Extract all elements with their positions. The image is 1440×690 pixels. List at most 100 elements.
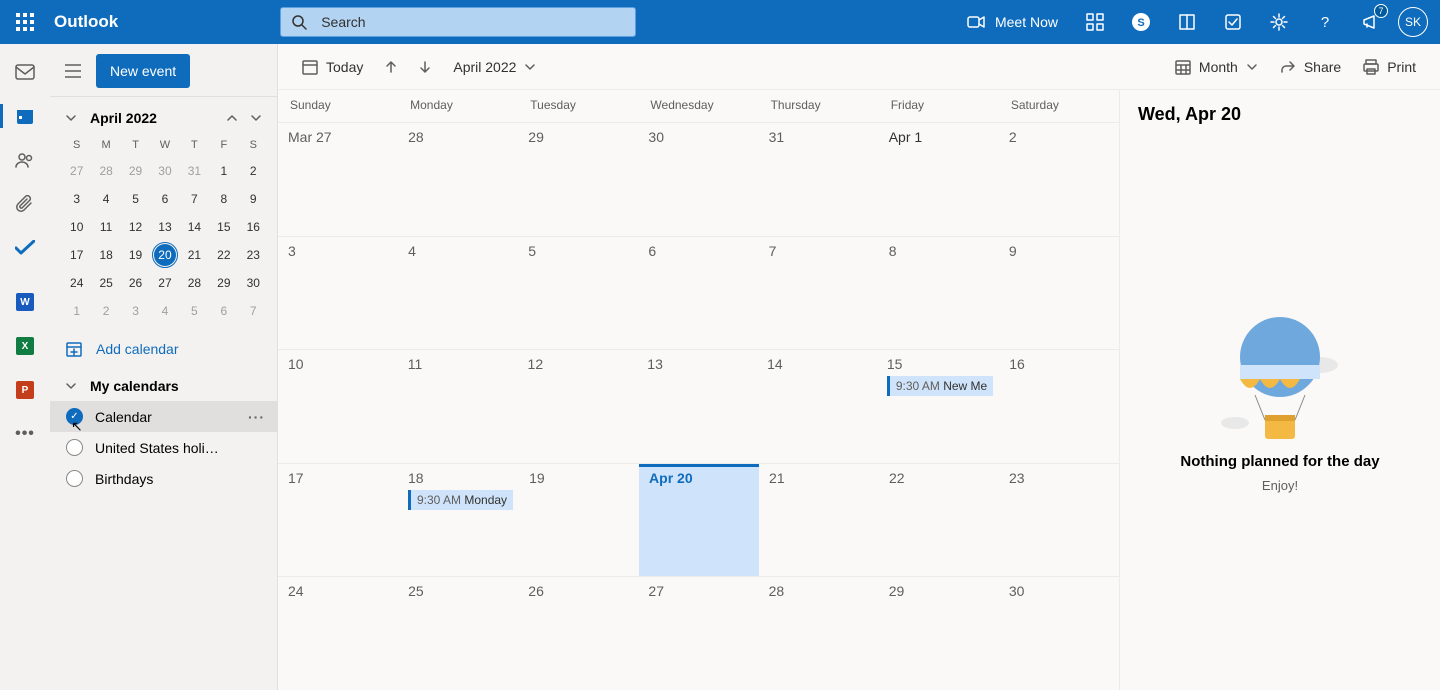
- calendar-toggle[interactable]: [66, 439, 83, 456]
- prev-range-button[interactable]: [377, 60, 405, 74]
- grid-day-cell[interactable]: 30: [638, 123, 758, 236]
- mini-day[interactable]: 4: [150, 297, 179, 325]
- collapse-picker-button[interactable]: [62, 109, 80, 127]
- mini-day[interactable]: 31: [180, 157, 209, 185]
- mini-day[interactable]: 28: [180, 269, 209, 297]
- rail-people[interactable]: [0, 142, 50, 178]
- calendar-toggle[interactable]: [66, 408, 83, 425]
- mini-day[interactable]: 14: [180, 213, 209, 241]
- grid-day-cell[interactable]: 25: [398, 577, 518, 690]
- grid-day-cell[interactable]: 13: [637, 350, 757, 463]
- grid-day-cell[interactable]: 14: [757, 350, 877, 463]
- mini-day[interactable]: 6: [150, 185, 179, 213]
- rail-powerpoint[interactable]: P: [0, 372, 50, 408]
- mini-day[interactable]: 9: [239, 185, 268, 213]
- mini-day[interactable]: 7: [239, 297, 268, 325]
- teams-button[interactable]: [1072, 0, 1118, 44]
- account-avatar[interactable]: SK: [1398, 7, 1428, 37]
- mini-day[interactable]: 10: [62, 213, 91, 241]
- search-input[interactable]: Search: [280, 7, 636, 37]
- mini-day[interactable]: 11: [91, 213, 120, 241]
- help-button[interactable]: ?: [1302, 0, 1348, 44]
- grid-day-cell[interactable]: 26: [518, 577, 638, 690]
- grid-day-cell[interactable]: 24: [278, 577, 398, 690]
- rail-todo[interactable]: [0, 230, 50, 266]
- mini-day[interactable]: 19: [121, 241, 150, 269]
- grid-day-cell[interactable]: 19: [519, 464, 639, 577]
- grid-day-cell[interactable]: 29: [518, 123, 638, 236]
- mini-day[interactable]: 16: [239, 213, 268, 241]
- grid-day-cell[interactable]: 10: [278, 350, 398, 463]
- next-range-button[interactable]: [411, 60, 439, 74]
- rail-word[interactable]: W: [0, 284, 50, 320]
- mini-day[interactable]: 30: [150, 157, 179, 185]
- print-button[interactable]: Print: [1355, 51, 1424, 83]
- add-calendar-button[interactable]: Add calendar: [50, 325, 277, 367]
- grid-day-cell[interactable]: 11: [398, 350, 518, 463]
- settings-button[interactable]: [1256, 0, 1302, 44]
- grid-day-cell[interactable]: 30: [999, 577, 1119, 690]
- grid-day-cell[interactable]: 6: [638, 237, 758, 350]
- grid-day-cell[interactable]: 4: [398, 237, 518, 350]
- mini-day[interactable]: 25: [91, 269, 120, 297]
- mini-day[interactable]: 7: [180, 185, 209, 213]
- skype-button[interactable]: S: [1118, 0, 1164, 44]
- range-picker-button[interactable]: April 2022: [445, 51, 544, 83]
- grid-day-cell[interactable]: 22: [879, 464, 999, 577]
- mini-day[interactable]: 20: [150, 241, 179, 269]
- mini-day[interactable]: 26: [121, 269, 150, 297]
- rail-excel[interactable]: X: [0, 328, 50, 364]
- meet-now-button[interactable]: Meet Now: [953, 0, 1072, 44]
- tips-button[interactable]: [1210, 0, 1256, 44]
- grid-day-cell[interactable]: 3: [278, 237, 398, 350]
- mini-day[interactable]: 27: [62, 157, 91, 185]
- grid-day-cell[interactable]: 9: [999, 237, 1119, 350]
- calendar-toggle[interactable]: [66, 470, 83, 487]
- rail-mail[interactable]: [0, 54, 50, 90]
- calendar-event[interactable]: 9:30 AM Monday: [408, 490, 513, 510]
- grid-day-cell[interactable]: 27: [638, 577, 758, 690]
- mini-day[interactable]: 5: [121, 185, 150, 213]
- mini-day[interactable]: 1: [209, 157, 238, 185]
- mini-day[interactable]: 18: [91, 241, 120, 269]
- grid-day-cell[interactable]: 159:30 AM New Me: [877, 350, 999, 463]
- grid-day-cell[interactable]: Apr 20: [639, 464, 759, 577]
- mini-day[interactable]: 1: [62, 297, 91, 325]
- grid-day-cell[interactable]: 8: [879, 237, 999, 350]
- mini-day[interactable]: 13: [150, 213, 179, 241]
- mini-day[interactable]: 23: [239, 241, 268, 269]
- grid-day-cell[interactable]: 12: [518, 350, 638, 463]
- grid-day-cell[interactable]: 23: [999, 464, 1119, 577]
- today-button[interactable]: Today: [294, 51, 371, 83]
- calendar-event[interactable]: 9:30 AM New Me: [887, 376, 993, 396]
- mini-day[interactable]: 27: [150, 269, 179, 297]
- mini-day[interactable]: 3: [62, 185, 91, 213]
- mini-day[interactable]: 24: [62, 269, 91, 297]
- grid-day-cell[interactable]: 21: [759, 464, 879, 577]
- calendar-list-item[interactable]: Birthdays: [50, 463, 277, 494]
- mini-day[interactable]: 29: [209, 269, 238, 297]
- calendar-list-item[interactable]: Calendar···↖: [50, 401, 277, 432]
- mini-day[interactable]: 4: [91, 185, 120, 213]
- share-button[interactable]: Share: [1272, 51, 1349, 83]
- grid-day-cell[interactable]: 5: [518, 237, 638, 350]
- my-calendars-group[interactable]: My calendars: [50, 367, 277, 401]
- announcements-button[interactable]: 7: [1348, 0, 1394, 44]
- grid-day-cell[interactable]: 16: [999, 350, 1119, 463]
- rail-more[interactable]: •••: [0, 416, 50, 452]
- grid-day-cell[interactable]: 17: [278, 464, 398, 577]
- mini-day[interactable]: 28: [91, 157, 120, 185]
- rail-calendar[interactable]: [0, 98, 50, 134]
- grid-day-cell[interactable]: 28: [759, 577, 879, 690]
- mini-day[interactable]: 12: [121, 213, 150, 241]
- mini-day[interactable]: 29: [121, 157, 150, 185]
- mini-day[interactable]: 15: [209, 213, 238, 241]
- new-event-button[interactable]: New event: [96, 54, 190, 88]
- rail-files[interactable]: [0, 186, 50, 222]
- outlook-addin-button[interactable]: [1164, 0, 1210, 44]
- mini-day[interactable]: 2: [239, 157, 268, 185]
- mini-day[interactable]: 30: [239, 269, 268, 297]
- grid-day-cell[interactable]: Mar 27: [278, 123, 398, 236]
- app-launcher-button[interactable]: [0, 0, 50, 44]
- grid-day-cell[interactable]: 189:30 AM Monday: [398, 464, 519, 577]
